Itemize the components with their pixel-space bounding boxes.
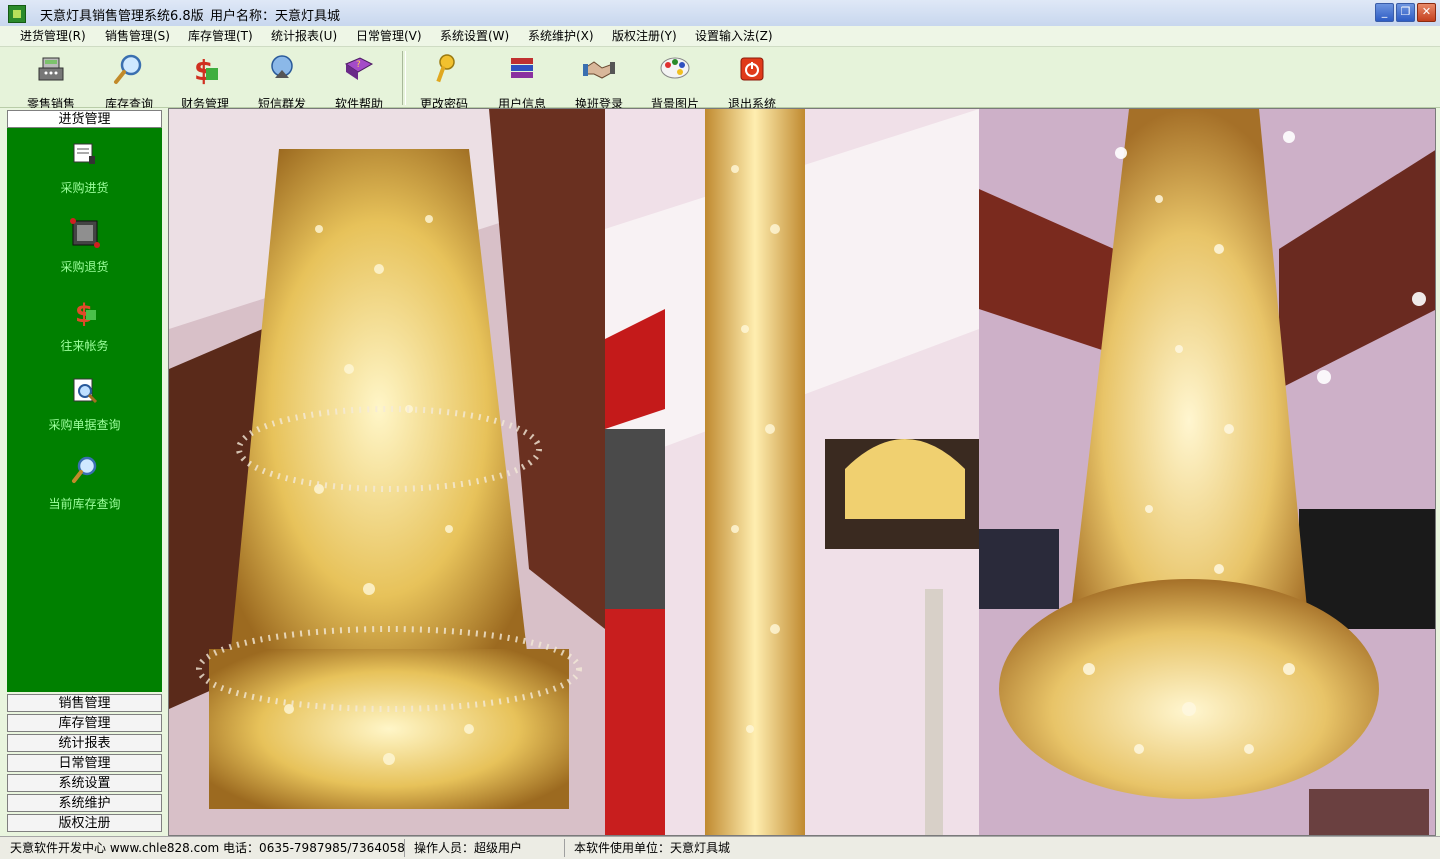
handshake-icon: [583, 61, 615, 79]
status-separator: [404, 839, 405, 857]
menu-registration[interactable]: 版权注册(Y): [612, 26, 677, 46]
status-operator: 操作人员：超级用户: [414, 841, 523, 855]
sidebar-panel: 采购进货 采购退货 $ 往来帐务 采购单据查询 当前库存查询: [7, 128, 162, 692]
sidebar-item-current-stock-query[interactable]: 当前库存查询: [7, 454, 162, 526]
sidebar-group-maintenance[interactable]: 系统维护: [7, 794, 162, 812]
user-info-button[interactable]: 用户信息: [487, 49, 557, 111]
toolbar-separator: [402, 51, 406, 105]
satellite-icon: [271, 55, 293, 78]
cash-register-icon: [38, 57, 64, 81]
sidebar-group-inventory[interactable]: 库存管理: [7, 714, 162, 732]
sidebar-item-accounts[interactable]: $ 往来帐务: [7, 296, 162, 368]
menu-inventory[interactable]: 库存管理(T): [188, 26, 253, 46]
return-goods-icon: [69, 218, 100, 248]
chandelier-photo-right: [979, 109, 1435, 835]
sidebar-item-label: 当前库存查询: [48, 497, 121, 511]
sidebar-item-purchase-in[interactable]: 采购进货: [7, 138, 162, 210]
sidebar-group-daily[interactable]: 日常管理: [7, 754, 162, 772]
software-help-button[interactable]: ? 软件帮助: [324, 49, 394, 111]
sidebar-item-label: 采购单据查询: [48, 418, 121, 432]
document-search-icon: [73, 378, 97, 404]
user-name-label: 用户名称：天意灯具城: [210, 9, 341, 24]
menu-bar: 进货管理(R) 销售管理(S) 库存管理(T) 统计报表(U) 日常管理(V) …: [0, 26, 1440, 47]
power-icon: [740, 57, 764, 81]
background-image: [168, 108, 1436, 836]
background-image-button[interactable]: 背景图片: [640, 49, 710, 111]
title-bar: 天意灯具销售管理系统6.8版 用户名称：天意灯具城 _ ❐ ✕: [0, 0, 1440, 27]
menu-settings[interactable]: 系统设置(W): [440, 26, 509, 46]
sms-broadcast-button[interactable]: 短信群发: [247, 49, 317, 111]
window-controls: _ ❐ ✕: [1375, 3, 1436, 22]
stock-query-button[interactable]: 库存查询: [94, 49, 164, 111]
window-title: 天意灯具销售管理系统6.8版: [40, 9, 204, 24]
menu-daily[interactable]: 日常管理(V): [356, 26, 422, 46]
sidebar-group-registration[interactable]: 版权注册: [7, 814, 162, 832]
sidebar-item-purchase-doc-query[interactable]: 采购单据查询: [7, 375, 162, 447]
retail-sales-button[interactable]: 零售销售: [16, 49, 86, 111]
change-password-button[interactable]: 更改密码: [409, 49, 479, 111]
sidebar-group-settings[interactable]: 系统设置: [7, 774, 162, 792]
svg-text:?: ?: [356, 60, 361, 70]
status-bar: 天意软件开发中心 www.chle828.com 电话：0635-7987985…: [0, 836, 1440, 859]
chandelier-photo-left: [169, 109, 605, 835]
books-icon: [511, 58, 533, 78]
key-icon: [436, 54, 455, 83]
menu-input-method[interactable]: 设置输入法(Z): [695, 26, 773, 46]
help-book-icon: ?: [344, 57, 374, 80]
dollar-icon: $: [194, 54, 218, 87]
sidebar-group-reports[interactable]: 统计报表: [7, 734, 162, 752]
toolbar: 零售销售 库存查询 $ 财务管理 短信群发 ? 软件帮助 更改密码 用户信息 换…: [0, 47, 1440, 111]
shift-login-button[interactable]: 换班登录: [564, 49, 634, 111]
palette-icon: [660, 57, 690, 79]
magnifier-icon: [114, 54, 142, 84]
chandelier-photo-middle: [605, 109, 979, 835]
minimize-button[interactable]: _: [1375, 3, 1394, 22]
maximize-button[interactable]: ❐: [1396, 3, 1415, 22]
app-icon[interactable]: [8, 5, 26, 23]
menu-maintenance[interactable]: 系统维护(X): [528, 26, 594, 46]
purchase-book-icon: [73, 143, 95, 164]
status-separator: [564, 839, 565, 857]
sidebar-item-purchase-return[interactable]: 采购退货: [7, 217, 162, 289]
sidebar-item-label: 采购进货: [60, 181, 109, 195]
stock-search-icon: [71, 456, 96, 483]
menu-sales[interactable]: 销售管理(S): [105, 26, 170, 46]
sidebar-item-label: 采购退货: [60, 260, 109, 274]
accounts-dollar-icon: $: [75, 299, 96, 329]
sidebar-group-purchase[interactable]: 进货管理: [7, 110, 162, 128]
status-company: 天意软件开发中心 www.chle828.com 电话：0635-7987985…: [10, 841, 405, 855]
finance-button[interactable]: $ 财务管理: [170, 49, 240, 111]
status-unit: 本软件使用单位：天意灯具城: [574, 841, 731, 855]
sidebar-group-sales[interactable]: 销售管理: [7, 694, 162, 712]
exit-system-button[interactable]: 退出系统: [717, 49, 787, 111]
sidebar: 进货管理 采购进货 采购退货 $ 往来帐务 采购单据查询 当前库存查询 销售管理…: [0, 108, 168, 836]
sidebar-item-label: 往来帐务: [60, 339, 109, 353]
close-button[interactable]: ✕: [1417, 3, 1436, 22]
menu-purchase[interactable]: 进货管理(R): [20, 26, 86, 46]
menu-reports[interactable]: 统计报表(U): [271, 26, 337, 46]
